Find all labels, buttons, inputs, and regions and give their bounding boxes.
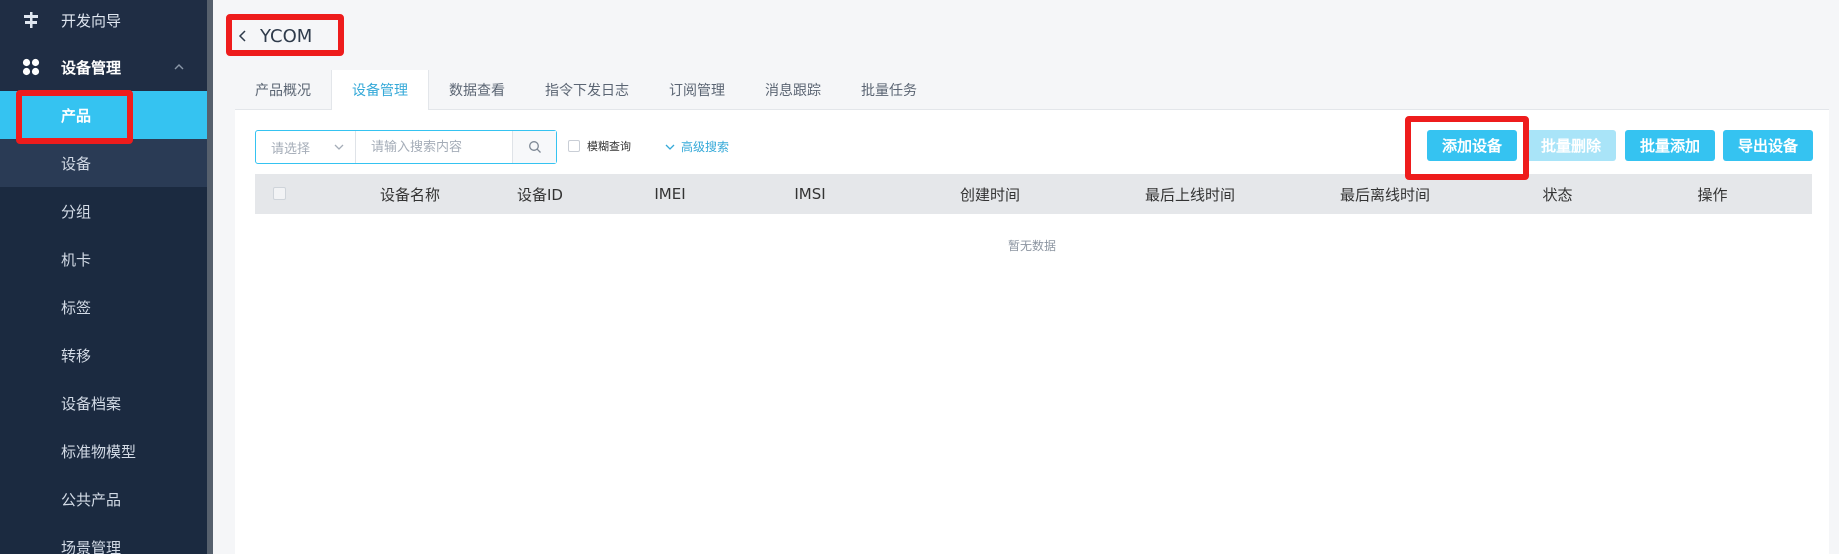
fuzzy-query-checkbox[interactable] [568,140,580,152]
sidebar-item-label: 设备 [61,154,92,173]
sidebar-item-label: 标准物模型 [61,442,137,461]
search-button[interactable] [512,131,556,163]
column-header: IMEI [654,185,686,203]
sidebar-item-label: 设备档案 [61,394,122,413]
add-device-button[interactable]: 添加设备 [1427,130,1517,161]
select-all-checkbox[interactable] [273,187,286,200]
chevron-left-icon [238,30,246,42]
sidebar-item-device-archive[interactable]: 设备档案 [0,379,207,427]
select-placeholder: 请选择 [271,141,311,157]
tab-message-trace[interactable]: 消息跟踪 [745,70,841,109]
batch-add-button[interactable]: 批量添加 [1625,130,1715,161]
search-icon [528,141,541,153]
column-header: IMSI [794,185,826,203]
sidebar-item-group[interactable]: 分组 [0,187,207,235]
sidebar-item-product[interactable]: 产品 [0,91,207,139]
export-devices-button[interactable]: 导出设备 [1723,130,1813,161]
sidebar-item-label: 机卡 [61,250,92,269]
sidebar-item-tag[interactable]: 标签 [0,283,207,331]
search-input[interactable] [356,131,512,163]
sidebar-group-label: 设备管理 [61,58,122,77]
sidebar-item-label: 开发向导 [61,11,122,30]
fuzzy-query-toggle[interactable]: 模糊查询 [568,138,631,154]
advanced-search-link[interactable]: 高级搜索 [665,138,729,155]
fuzzy-query-label: 模糊查询 [587,140,631,153]
tab-product-overview[interactable]: 产品概况 [235,70,331,109]
chevron-down-icon [334,144,344,150]
back-button[interactable]: YCOM [236,20,312,52]
main-content: YCOM 产品概况 设备管理 数据查看 指令下发日志 订阅管理 消息跟踪 批量任… [213,0,1839,554]
app: 开发向导 设备管理 产品 设备 分组 机卡 标签 转移 设备档案 标准物模型 公… [0,0,1839,554]
column-header: 创建时间 [959,185,1020,204]
empty-state-text: 暂无数据 [1007,239,1056,253]
tab-data-view[interactable]: 数据查看 [429,70,525,109]
device-panel: 请选择 模糊查询 [235,110,1829,554]
search-group: 请选择 [255,130,557,164]
signpost-icon [24,12,38,28]
column-header: 最后上线时间 [1144,185,1235,204]
tab-command-log[interactable]: 指令下发日志 [525,70,649,109]
sidebar-item-device[interactable]: 设备 [0,139,207,187]
sidebar-item-label: 场景管理 [61,538,122,554]
apps-icon [22,58,40,76]
sidebar-item-sim-card[interactable]: 机卡 [0,235,207,283]
sidebar-item-scene-management[interactable]: 场景管理 [0,523,207,554]
sidebar-item-transfer[interactable]: 转移 [0,331,207,379]
product-title: YCOM [260,25,313,47]
chevron-down-icon [665,144,675,150]
sidebar-item-standard-model[interactable]: 标准物模型 [0,427,207,475]
search-field-select[interactable]: 请选择 [256,131,356,163]
sidebar-item-label: 转移 [61,346,92,365]
tab-batch-task[interactable]: 批量任务 [841,70,937,109]
sidebar-item-dev-guide[interactable]: 开发向导 [0,0,207,44]
sidebar-item-label: 标签 [61,298,92,317]
tab-bar: 产品概况 设备管理 数据查看 指令下发日志 订阅管理 消息跟踪 批量任务 [235,70,1829,110]
tab-device-management[interactable]: 设备管理 [331,70,429,110]
column-header: 状态 [1542,185,1573,204]
batch-delete-button[interactable]: 批量删除 [1526,130,1616,161]
column-header: 最后离线时间 [1339,185,1430,204]
column-header: 设备ID [517,185,563,204]
sidebar: 开发向导 设备管理 产品 设备 分组 机卡 标签 转移 设备档案 标准物模型 公… [0,0,207,554]
column-header: 操作 [1697,185,1728,204]
table-header: 设备名称 设备ID IMEI IMSI 创建时间 最后上线时间 最后离线时间 状… [255,174,1812,214]
sidebar-item-public-product[interactable]: 公共产品 [0,475,207,523]
chevron-up-icon [174,64,184,70]
tab-subscription[interactable]: 订阅管理 [649,70,745,109]
advanced-search-label: 高级搜索 [681,140,730,154]
column-header: 设备名称 [379,185,440,204]
sidebar-item-label: 分组 [61,202,92,221]
sidebar-item-label: 公共产品 [61,490,122,509]
sidebar-item-label: 产品 [61,106,92,125]
sidebar-group-device-management[interactable]: 设备管理 [0,43,207,91]
